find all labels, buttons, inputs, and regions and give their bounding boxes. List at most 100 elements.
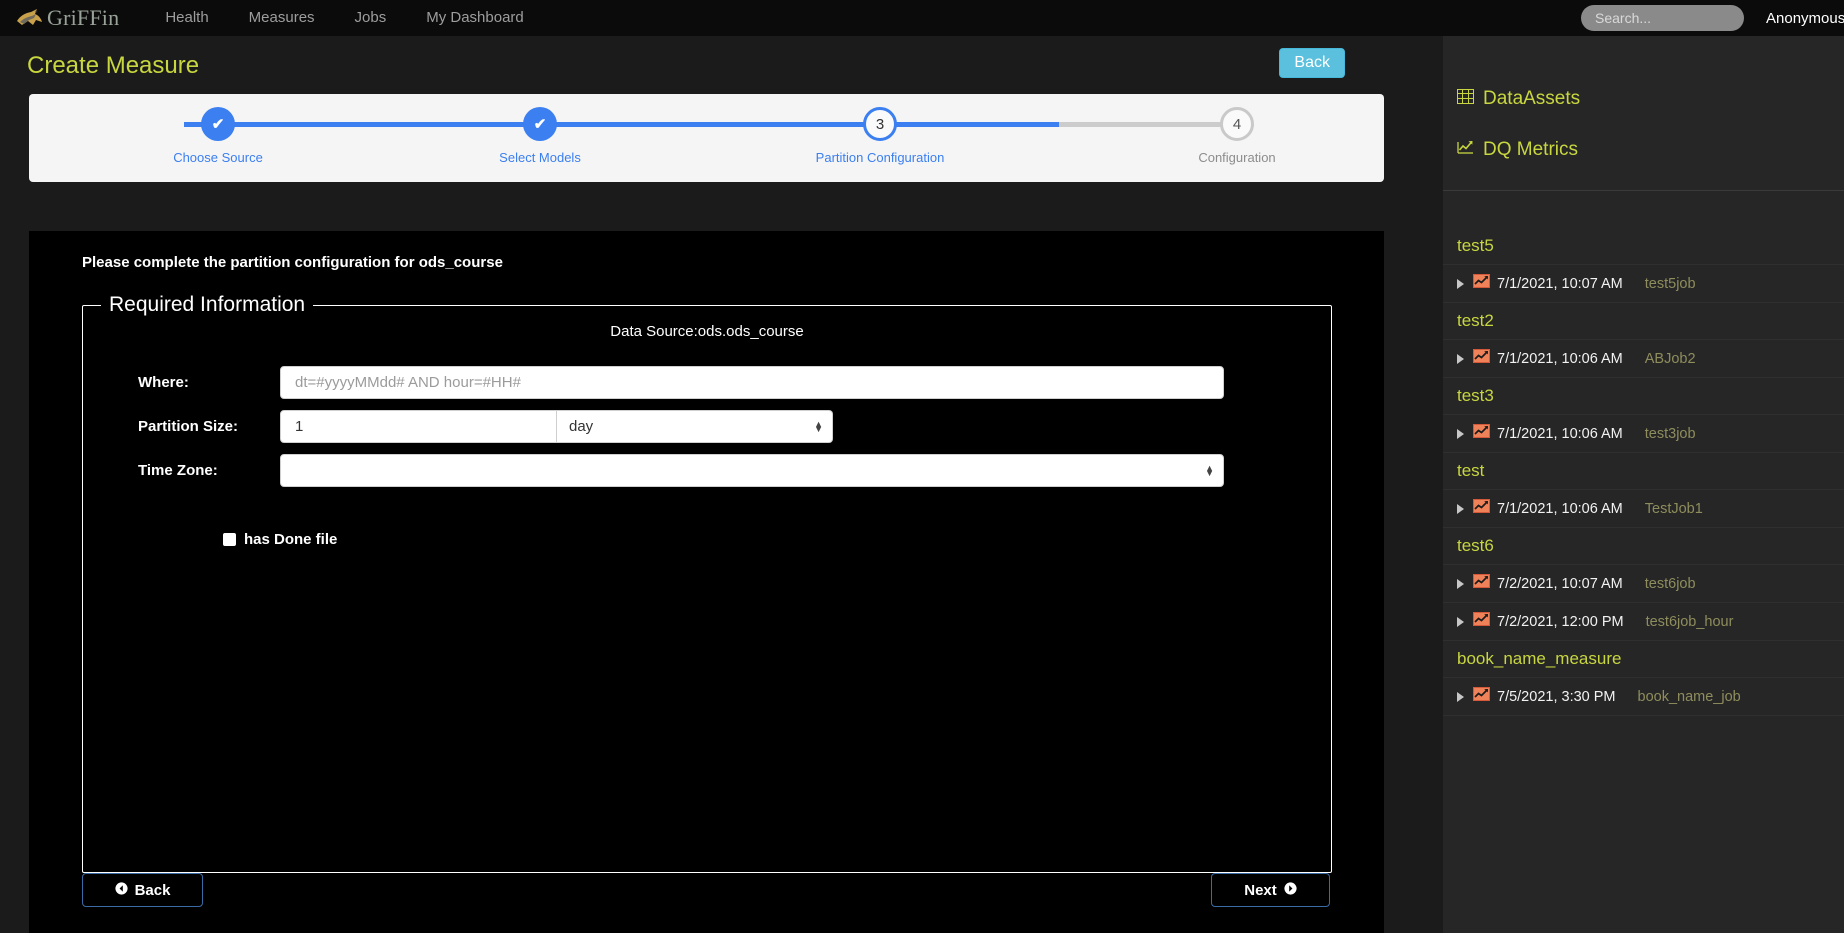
list-item[interactable]: 7/1/2021, 10:07 AM test5job <box>1443 265 1844 303</box>
chevron-updown-icon: ▲ ▼ <box>814 418 823 434</box>
measure-group-name[interactable]: test6 <box>1443 528 1844 565</box>
step-configuration[interactable]: 4 Configuration <box>1157 107 1317 165</box>
time-zone-label: Time Zone: <box>138 462 218 479</box>
job-timestamp: 7/2/2021, 12:00 PM <box>1497 613 1624 630</box>
where-input[interactable] <box>280 366 1224 399</box>
wizard-stepper: ✔ Choose Source ✔ Select Models 3 Partit… <box>29 94 1384 182</box>
required-information-fieldset: Required Information Data Source:ods.ods… <box>82 293 1332 873</box>
data-source-label: Data Source:ods.ods_course <box>610 323 804 340</box>
job-name: ABJob2 <box>1644 350 1696 367</box>
list-item[interactable]: 7/1/2021, 10:06 AM ABJob2 <box>1443 340 1844 378</box>
step-3-circle: 3 <box>863 107 897 141</box>
measure-group-name[interactable]: book_name_measure <box>1443 641 1844 678</box>
chart-thumb-icon <box>1473 574 1490 593</box>
job-name: TestJob1 <box>1644 500 1703 517</box>
user-label: Anonymous <box>1766 9 1844 27</box>
partition-unit-value: day <box>569 418 594 435</box>
sidebar-item-label: DataAssets <box>1483 88 1581 109</box>
sidebar-divider <box>1443 190 1844 191</box>
step-choose-source[interactable]: ✔ Choose Source <box>138 107 298 165</box>
step-select-models[interactable]: ✔ Select Models <box>460 107 620 165</box>
next-button[interactable]: Next <box>1211 873 1330 907</box>
back-button-label: Back <box>134 881 171 899</box>
step-2-circle: ✔ <box>523 107 557 141</box>
job-timestamp: 7/1/2021, 10:06 AM <box>1497 500 1623 517</box>
brand[interactable]: GriFFin <box>14 0 119 36</box>
app-root: GriFFin Health Measures Jobs My Dashboar… <box>0 0 1844 933</box>
list-item[interactable]: 7/2/2021, 10:07 AM test6job <box>1443 565 1844 603</box>
search-input[interactable] <box>1581 5 1744 31</box>
chevron-right-icon[interactable] <box>1457 616 1464 627</box>
nav-item-health[interactable]: Health <box>145 0 228 36</box>
chevron-right-icon[interactable] <box>1457 691 1464 702</box>
nav-item-jobs[interactable]: Jobs <box>335 0 407 36</box>
job-timestamp: 7/1/2021, 10:06 AM <box>1497 350 1623 367</box>
top-navbar: GriFFin Health Measures Jobs My Dashboar… <box>0 0 1844 36</box>
step-3-mark: 3 <box>875 115 885 133</box>
list-item[interactable]: 7/5/2021, 3:30 PM book_name_job <box>1443 678 1844 716</box>
table-grid-icon <box>1457 88 1474 110</box>
sidebar-item-dataassets[interactable]: DataAssets <box>1457 88 1844 110</box>
nav-item-measures[interactable]: Measures <box>229 0 335 36</box>
chart-thumb-icon <box>1473 687 1490 706</box>
job-name: test3job <box>1644 425 1696 442</box>
navbar-right: Anonymous <box>1581 0 1844 36</box>
chart-line-icon <box>1457 139 1474 161</box>
chart-thumb-icon <box>1473 424 1490 443</box>
step-1-label: Choose Source <box>173 150 263 165</box>
step-2-label: Select Models <box>499 150 581 165</box>
chart-thumb-icon <box>1473 274 1490 293</box>
list-item[interactable]: 7/2/2021, 12:00 PM test6job_hour <box>1443 603 1844 641</box>
step-2-mark: ✔ <box>533 115 547 133</box>
measure-group-name[interactable]: test <box>1443 453 1844 490</box>
job-timestamp: 7/5/2021, 3:30 PM <box>1497 688 1616 705</box>
job-timestamp: 7/1/2021, 10:07 AM <box>1497 275 1623 292</box>
partition-size-input[interactable] <box>280 410 557 443</box>
partition-unit-select[interactable]: day ▲ ▼ <box>557 410 833 443</box>
measure-group-name[interactable]: test5 <box>1443 228 1844 265</box>
where-label: Where: <box>138 374 189 391</box>
stepper-bar-current <box>874 122 1059 127</box>
has-done-file-checkbox[interactable] <box>223 533 236 546</box>
list-item[interactable]: 7/1/2021, 10:06 AM TestJob1 <box>1443 490 1844 528</box>
chart-thumb-icon <box>1473 349 1490 368</box>
fieldset-legend: Required Information <box>109 293 306 316</box>
sidebar-links: DataAssets DQ Metrics <box>1443 36 1844 161</box>
row-time-zone: Time Zone: ▲ ▼ <box>83 454 1331 487</box>
chevron-updown-icon: ▲ ▼ <box>1205 462 1214 478</box>
chevron-right-icon[interactable] <box>1457 503 1464 514</box>
row-has-done-file[interactable]: has Done file <box>83 531 1331 548</box>
next-button-label: Next <box>1244 881 1277 899</box>
row-partition-size: Partition Size: day ▲▼ <box>83 410 1331 443</box>
arrow-circle-right-icon <box>1284 881 1297 899</box>
chevron-right-icon[interactable] <box>1457 428 1464 439</box>
list-item[interactable]: 7/1/2021, 10:06 AM test3job <box>1443 415 1844 453</box>
sidebar-item-label: DQ Metrics <box>1483 139 1578 160</box>
nav-links: Health Measures Jobs My Dashboard <box>145 0 543 36</box>
job-timestamp: 7/1/2021, 10:06 AM <box>1497 425 1623 442</box>
step-partition-configuration[interactable]: 3 Partition Configuration <box>800 107 960 165</box>
brand-text: GriFFin <box>47 5 120 30</box>
measure-group-name[interactable]: test2 <box>1443 303 1844 340</box>
chevron-right-icon[interactable] <box>1457 578 1464 589</box>
partition-size-label: Partition Size: <box>138 418 239 435</box>
row-where: Where: <box>83 366 1331 399</box>
chart-thumb-icon <box>1473 612 1490 631</box>
form-rows: Where: Partition Size: day ▲▼ <box>83 366 1331 548</box>
measure-group-name[interactable]: test3 <box>1443 378 1844 415</box>
job-name: book_name_job <box>1637 688 1741 705</box>
back-top-button[interactable]: Back <box>1279 48 1345 78</box>
chevron-right-icon[interactable] <box>1457 353 1464 364</box>
chart-thumb-icon <box>1473 499 1490 518</box>
time-zone-select[interactable]: ▲ ▼ <box>280 454 1224 487</box>
step-3-label: Partition Configuration <box>815 150 945 165</box>
step-1-circle: ✔ <box>201 107 235 141</box>
back-button[interactable]: Back <box>82 873 203 907</box>
arrow-circle-left-icon <box>114 881 128 899</box>
form-panel: Please complete the partition configurat… <box>29 231 1384 933</box>
chevron-right-icon[interactable] <box>1457 278 1464 289</box>
step-4-label: Configuration <box>1198 150 1276 165</box>
sidebar-item-dq-metrics[interactable]: DQ Metrics <box>1457 139 1844 161</box>
nav-item-my-dashboard[interactable]: My Dashboard <box>406 0 544 36</box>
stepper-card: ✔ Choose Source ✔ Select Models 3 Partit… <box>29 94 1384 182</box>
